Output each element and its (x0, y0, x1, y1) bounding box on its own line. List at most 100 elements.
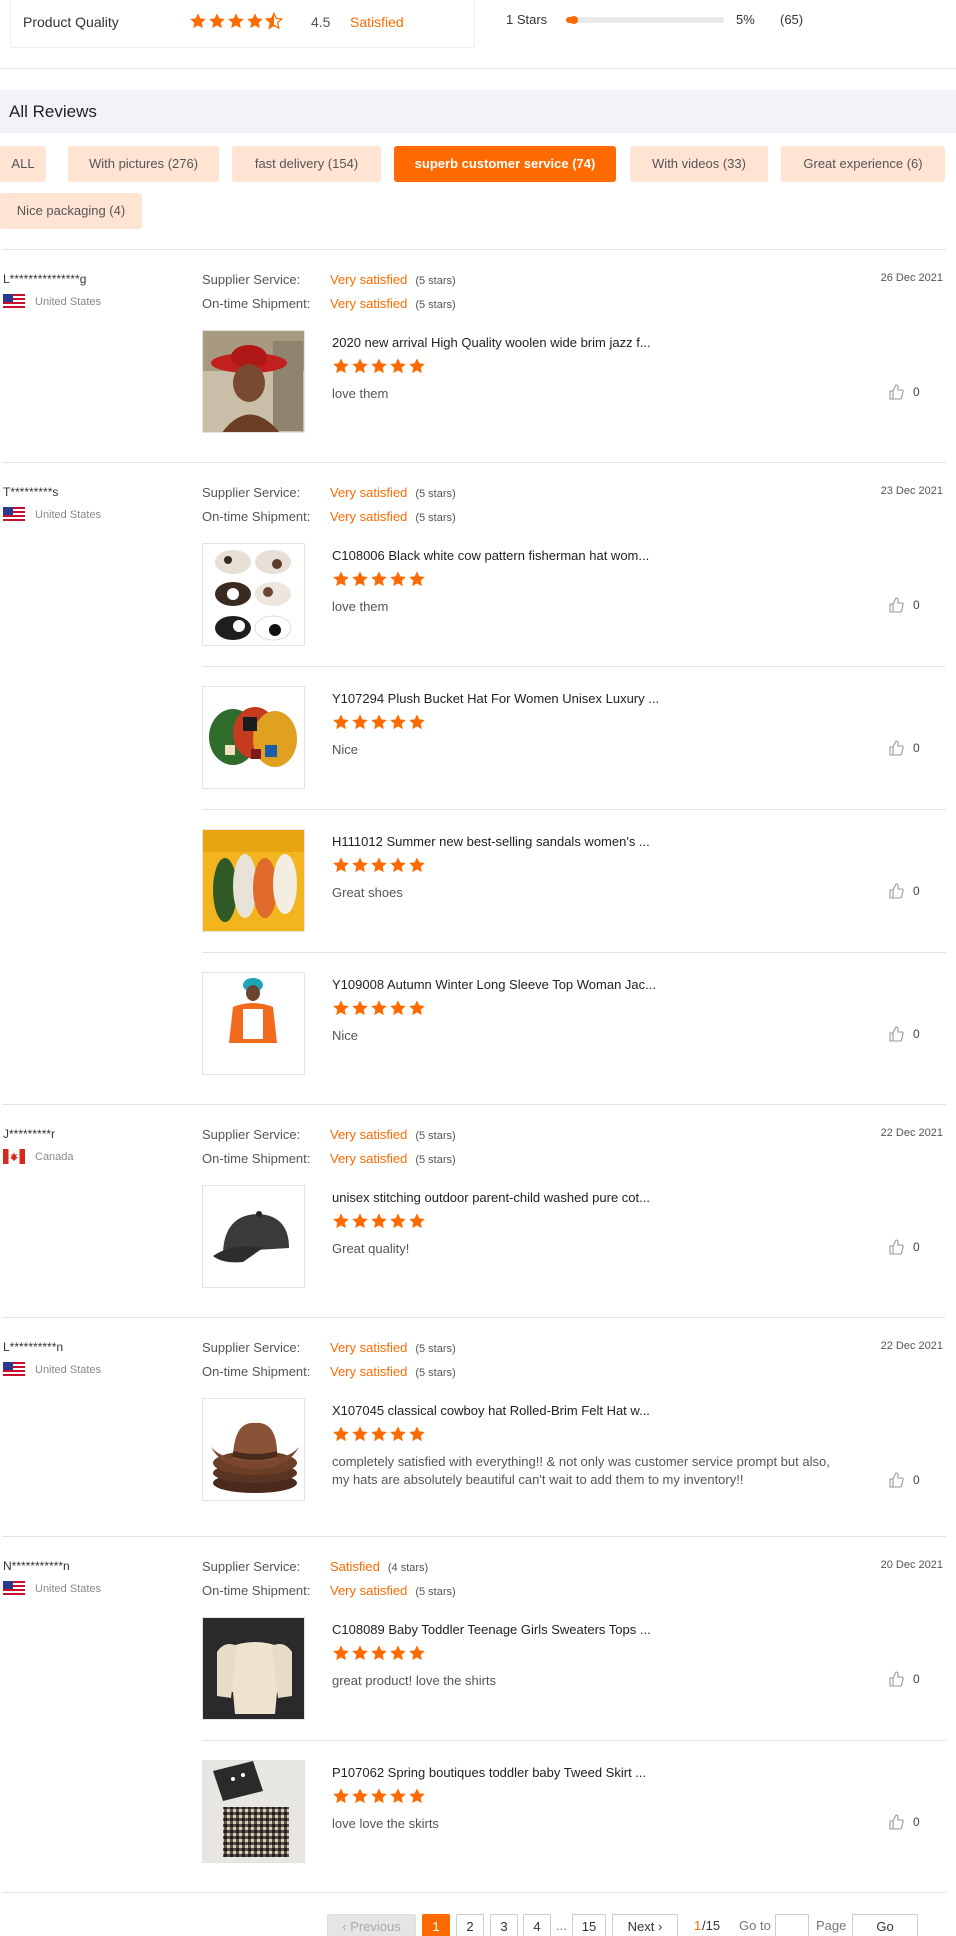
rating-score: 4.5 (311, 14, 331, 30)
star-icon (371, 571, 387, 587)
reviewer-name: L**********n (3, 1340, 64, 1354)
product-title[interactable]: Y107294 Plush Bucket Hat For Women Unise… (332, 691, 659, 706)
product-title[interactable]: C108089 Baby Toddler Teenage Girls Sweat… (332, 1622, 651, 1637)
filter-chip-great-experience[interactable]: Great experience (6) (781, 146, 945, 182)
like-button[interactable]: 0 (888, 1472, 920, 1488)
like-button[interactable]: 0 (888, 384, 920, 400)
review-item: H111012 Summer new best-selling sandals … (202, 829, 946, 933)
supplier-service-row: Supplier Service: Satisfied (4 stars) (202, 1559, 428, 1574)
product-thumbnail[interactable] (202, 829, 305, 932)
chevron-right-icon: › (654, 1919, 663, 1934)
go-button[interactable]: Go (852, 1914, 918, 1936)
like-count: 0 (913, 385, 920, 399)
shipment-value: Very satisfied (330, 1583, 408, 1598)
product-thumbnail[interactable] (202, 1760, 305, 1863)
product-thumbnail[interactable] (202, 543, 305, 646)
review-text: completely satisfied with everything!! &… (332, 1454, 830, 1487)
country-name: United States (35, 508, 102, 521)
shipment-stars: (5 stars) (415, 1367, 456, 1379)
divider (2, 1104, 946, 1105)
like-button[interactable]: 0 (888, 1239, 920, 1255)
like-button[interactable]: 0 (888, 883, 920, 899)
review-item: Y109008 Autumn Winter Long Sleeve Top Wo… (202, 972, 946, 1076)
star-icon (390, 1788, 406, 1804)
reviewer-country: United States (3, 1362, 101, 1377)
supplier-service-label: Supplier Service: (202, 1127, 301, 1142)
product-title[interactable]: X107045 classical cowboy hat Rolled-Brim… (332, 1403, 650, 1418)
filter-chip-with-pictures[interactable]: With pictures (276) (68, 146, 219, 182)
supplier-service-row: Supplier Service: Very satisfied (5 star… (202, 485, 456, 500)
filter-chip-fast-delivery[interactable]: fast delivery (154) (232, 146, 381, 182)
product-thumbnail[interactable] (202, 330, 305, 433)
star-icon (409, 857, 425, 873)
star-icon (352, 1000, 368, 1016)
item-stars (332, 357, 426, 375)
shipment-stars: (5 stars) (415, 1586, 456, 1598)
star-icon (371, 1788, 387, 1804)
next-page-button[interactable]: Next › (612, 1914, 678, 1936)
supplier-service-value: Very satisfied (330, 1340, 408, 1355)
like-button[interactable]: 0 (888, 1671, 920, 1687)
page-button-4[interactable]: 4 (523, 1914, 551, 1936)
chevron-left-icon: ‹ (342, 1919, 351, 1934)
summary-stars (189, 12, 283, 30)
star-icon (390, 1213, 406, 1229)
star-icon (371, 1213, 387, 1229)
product-title[interactable]: Y109008 Autumn Winter Long Sleeve Top Wo… (332, 977, 656, 992)
breakdown-label: 1 Stars (506, 12, 548, 27)
star-icon (333, 1645, 349, 1661)
page-button-3[interactable]: 3 (490, 1914, 518, 1936)
filter-chip-with-videos[interactable]: With videos (33) (630, 146, 768, 182)
product-thumbnail[interactable] (202, 972, 305, 1075)
reviewer-country: United States (3, 1581, 101, 1596)
page-button-1[interactable]: 1 (422, 1914, 450, 1936)
filter-chip-nice-packaging[interactable]: Nice packaging (4) (0, 193, 142, 229)
star-icon (390, 1645, 406, 1661)
thumbs-up-icon (889, 883, 904, 899)
star-icon (371, 1645, 387, 1661)
star-icon (409, 1213, 425, 1229)
divider (2, 1536, 946, 1537)
goto-page-input[interactable] (775, 1914, 809, 1936)
product-title[interactable]: H111012 Summer new best-selling sandals … (332, 834, 650, 849)
reviewer-country: Canada (3, 1149, 74, 1164)
filter-chip-superb-customer-service[interactable]: superb customer service (74) (394, 146, 616, 182)
product-thumbnail[interactable] (202, 1398, 305, 1501)
like-button[interactable]: 0 (888, 1026, 920, 1042)
star-icon (247, 13, 263, 29)
product-title[interactable]: P107062 Spring boutiques toddler baby Tw… (332, 1765, 646, 1780)
like-button[interactable]: 0 (888, 740, 920, 756)
review-text: great product! love the shirts (332, 1673, 497, 1688)
product-thumbnail[interactable] (202, 1185, 305, 1288)
like-count: 0 (913, 1240, 920, 1254)
product-thumbnail[interactable] (202, 686, 305, 789)
like-button[interactable]: 0 (888, 1814, 920, 1830)
supplier-service-value: Very satisfied (330, 485, 408, 500)
thumbs-up-icon (889, 384, 904, 400)
thumbs-up-icon (889, 1026, 904, 1042)
supplier-service-value: Very satisfied (330, 1127, 408, 1142)
filter-chip-all[interactable]: ALL (0, 146, 46, 182)
item-stars (332, 570, 426, 588)
product-thumbnail[interactable] (202, 1617, 305, 1720)
star-icon (352, 714, 368, 730)
shipment-row: On-time Shipment: Very satisfied (5 star… (202, 296, 456, 311)
review-item: Y107294 Plush Bucket Hat For Women Unise… (202, 686, 946, 790)
star-icon (352, 571, 368, 587)
star-icon (371, 1426, 387, 1442)
star-icon (333, 1426, 349, 1442)
like-button[interactable]: 0 (888, 597, 920, 613)
star-icon (333, 1000, 349, 1016)
previous-page-button[interactable]: ‹ Previous (327, 1914, 416, 1936)
page-button-2[interactable]: 2 (456, 1914, 484, 1936)
product-title[interactable]: 2020 new arrival High Quality woolen wid… (332, 335, 651, 350)
divider (2, 1892, 946, 1893)
star-icon (228, 13, 244, 29)
product-title[interactable]: unisex stitching outdoor parent-child wa… (332, 1190, 650, 1205)
page-label: Page (816, 1918, 847, 1933)
product-title[interactable]: C108006 Black white cow pattern fisherma… (332, 548, 649, 563)
page-button-last[interactable]: 15 (572, 1914, 606, 1936)
review-text: love them (332, 599, 389, 614)
star-icon (390, 571, 406, 587)
like-count: 0 (913, 1027, 920, 1041)
